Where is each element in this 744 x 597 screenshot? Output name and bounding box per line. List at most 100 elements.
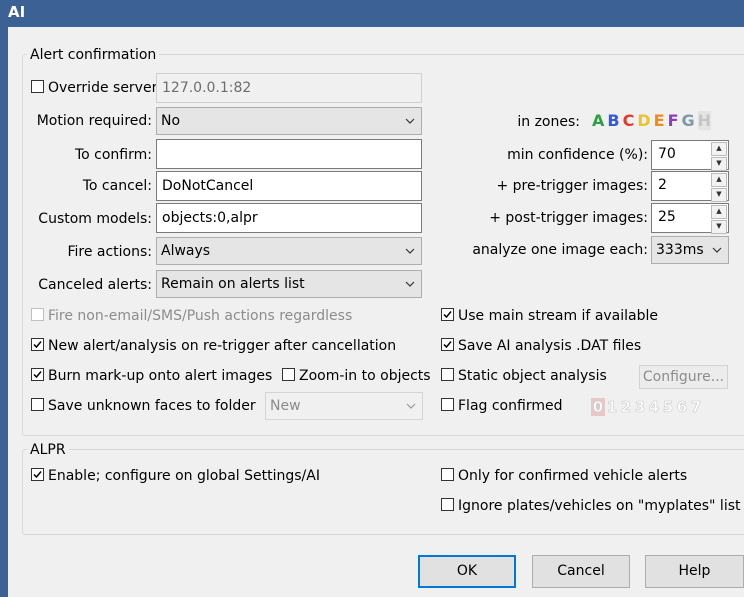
in-zones-label: in zones: xyxy=(517,114,580,130)
checkbox-box xyxy=(31,80,44,93)
override-server-field[interactable]: 127.0.0.1:82 xyxy=(156,73,422,103)
spin-up-icon[interactable]: ▲ xyxy=(711,205,727,219)
flag-digit-0[interactable]: 0 xyxy=(591,398,605,416)
motion-required-label: Motion required: xyxy=(36,113,152,129)
post-trigger-value: 25 xyxy=(658,209,676,225)
flag-confirmed-label: Flag confirmed xyxy=(458,398,563,414)
save-unknown-folder-value: New xyxy=(270,398,301,414)
canceled-alerts-dropdown[interactable]: Remain on alerts list xyxy=(156,270,422,298)
save-unknown-folder-dropdown[interactable]: New xyxy=(265,392,423,420)
zone-f[interactable]: F xyxy=(668,111,679,130)
new-alert-checkbox[interactable]: New alert/analysis on re-trigger after c… xyxy=(31,337,396,355)
zone-b[interactable]: B xyxy=(607,111,619,130)
checkbox-box xyxy=(31,338,44,351)
flag-confirmed-checkbox[interactable]: Flag confirmed xyxy=(441,397,562,415)
fire-non-email-label: Fire non-email/SMS/Push actions regardle… xyxy=(48,308,353,324)
spin-down-icon[interactable]: ▼ xyxy=(711,188,727,202)
alpr-title: ALPR xyxy=(27,441,69,459)
zone-g[interactable]: G xyxy=(682,111,695,130)
checkbox-box xyxy=(441,398,454,411)
min-confidence-value: 70 xyxy=(658,146,676,162)
zone-e[interactable]: E xyxy=(654,111,665,130)
to-confirm-field[interactable] xyxy=(156,139,422,169)
flag-digit-1[interactable]: 1 xyxy=(605,398,619,417)
flag-digit-7[interactable]: 7 xyxy=(689,398,703,417)
pre-trigger-label: + pre-trigger images: xyxy=(496,178,648,194)
save-dat-checkbox[interactable]: Save AI analysis .DAT files xyxy=(441,337,641,355)
cancel-button[interactable]: Cancel xyxy=(532,555,630,588)
flag-digit-5[interactable]: 5 xyxy=(661,398,675,417)
static-object-label: Static object analysis xyxy=(458,368,607,384)
spin-down-icon[interactable]: ▼ xyxy=(711,220,727,234)
chevron-down-icon xyxy=(406,403,416,409)
chevron-down-icon xyxy=(712,247,722,253)
zone-a[interactable]: A xyxy=(592,111,604,130)
analyze-each-label: analyze one image each: xyxy=(472,242,648,258)
analyze-each-dropdown[interactable]: 333ms xyxy=(651,236,729,264)
override-server-checkbox[interactable]: Override server: xyxy=(31,79,162,97)
chevron-down-icon xyxy=(405,118,415,124)
save-dat-label: Save AI analysis .DAT files xyxy=(458,338,642,354)
burn-markup-checkbox[interactable]: Burn mark-up onto alert images xyxy=(31,367,272,385)
override-server-label: Override server: xyxy=(48,80,162,96)
spin-up-icon[interactable]: ▲ xyxy=(711,173,727,187)
checkbox-box xyxy=(31,468,44,481)
checkbox-box xyxy=(282,368,295,381)
burn-markup-label: Burn mark-up onto alert images xyxy=(48,368,273,384)
flag-digit-3[interactable]: 3 xyxy=(633,398,647,417)
motion-required-dropdown[interactable]: No xyxy=(156,107,422,135)
checkbox-box xyxy=(441,468,454,481)
ignore-plates-label: Ignore plates/vehicles on "myplates" lis… xyxy=(458,498,741,514)
chevron-down-icon xyxy=(405,281,415,287)
checkbox-box xyxy=(441,368,454,381)
checkbox-box xyxy=(31,308,44,321)
help-button[interactable]: Help xyxy=(645,555,744,588)
fire-actions-label: Fire actions: xyxy=(67,244,152,260)
ok-button[interactable]: OK xyxy=(418,555,516,588)
flag-digit-2[interactable]: 2 xyxy=(619,398,633,417)
min-confidence-label: min confidence (%): xyxy=(507,147,648,163)
custom-models-field[interactable]: objects:0,alpr xyxy=(156,203,422,233)
checkmark-icon xyxy=(33,341,42,349)
zoom-in-checkbox[interactable]: Zoom-in to objects xyxy=(282,367,431,385)
dialog-body: Alert confirmation Override server: 127.… xyxy=(8,27,744,597)
chevron-down-icon xyxy=(405,248,415,254)
save-unknown-checkbox[interactable]: Save unknown faces to folder xyxy=(31,397,256,415)
fire-non-email-checkbox[interactable]: Fire non-email/SMS/Push actions regardle… xyxy=(31,307,352,325)
checkbox-box xyxy=(31,398,44,411)
fire-actions-value: Always xyxy=(161,243,211,259)
custom-models-label: Custom models: xyxy=(38,211,152,227)
spin-down-icon[interactable]: ▼ xyxy=(711,157,727,171)
pre-trigger-spinner[interactable]: 2 ▲ ▼ xyxy=(651,171,729,202)
checkmark-icon xyxy=(33,471,42,479)
fire-actions-dropdown[interactable]: Always xyxy=(156,237,422,265)
use-main-stream-checkbox[interactable]: Use main stream if available xyxy=(441,307,658,325)
checkmark-icon xyxy=(33,371,42,379)
alpr-enable-label: Enable; configure on global Settings/AI xyxy=(48,468,320,484)
checkmark-icon xyxy=(443,341,452,349)
flag-digit-4[interactable]: 4 xyxy=(647,398,661,417)
analyze-each-value: 333ms xyxy=(656,242,704,258)
pre-trigger-value: 2 xyxy=(658,177,667,193)
post-trigger-spinner[interactable]: 25 ▲ ▼ xyxy=(651,203,729,234)
checkbox-box xyxy=(441,308,454,321)
checkbox-box xyxy=(31,368,44,381)
ignore-plates-checkbox[interactable]: Ignore plates/vehicles on "myplates" lis… xyxy=(441,497,741,515)
alert-confirmation-title: Alert confirmation xyxy=(27,46,160,64)
alpr-enable-checkbox[interactable]: Enable; configure on global Settings/AI xyxy=(31,467,320,485)
zone-d[interactable]: D xyxy=(637,111,650,130)
flag-digits[interactable]: 01234567 xyxy=(591,398,703,416)
window-title: AI xyxy=(8,3,26,21)
min-confidence-spinner[interactable]: 70 ▲ ▼ xyxy=(651,140,729,171)
spin-up-icon[interactable]: ▲ xyxy=(711,142,727,156)
zone-c[interactable]: C xyxy=(623,111,635,130)
configure-button[interactable]: Configure... xyxy=(639,365,728,389)
save-unknown-label: Save unknown faces to folder xyxy=(48,398,256,414)
flag-digit-6[interactable]: 6 xyxy=(675,398,689,417)
static-object-checkbox[interactable]: Static object analysis xyxy=(441,367,607,385)
zone-selector[interactable]: ABCDEFGH xyxy=(592,111,714,131)
checkbox-box xyxy=(441,498,454,511)
to-cancel-field[interactable]: DoNotCancel xyxy=(156,171,422,201)
only-confirmed-checkbox[interactable]: Only for confirmed vehicle alerts xyxy=(441,467,687,485)
zone-h[interactable]: H xyxy=(697,111,712,130)
